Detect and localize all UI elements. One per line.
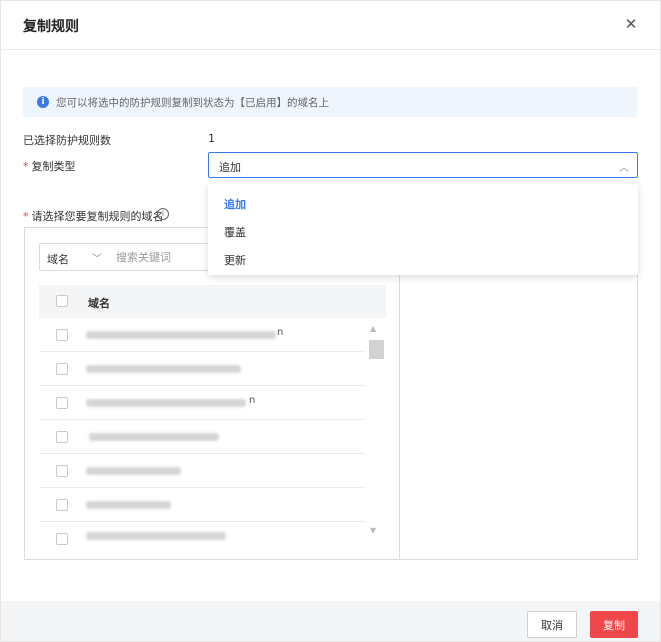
- info-text: 您可以将选中的防护规则复制到状态为【已启用】的域名上: [56, 97, 329, 109]
- copy-type-label: * 复制类型: [23, 158, 76, 174]
- dialog-title: 复制规则: [23, 19, 79, 35]
- redacted-domain: [86, 532, 226, 540]
- redacted-domain: [86, 501, 171, 509]
- filter-field-select[interactable]: 域名: [47, 251, 69, 267]
- column-header-domain: 域名: [88, 297, 110, 310]
- table-header: 域名: [39, 285, 386, 318]
- required-mark: *: [23, 210, 29, 223]
- panel-divider: [399, 228, 400, 559]
- dropdown-option-overwrite[interactable]: 覆盖: [224, 224, 246, 240]
- copy-type-select[interactable]: 追加 ︿: [208, 152, 638, 178]
- domain-select-label: * 请选择您要复制规则的域名: [23, 208, 164, 224]
- redacted-domain: [89, 433, 219, 441]
- copy-type-selected-value: 追加: [219, 161, 241, 174]
- dialog-footer: 取消 复制: [1, 601, 660, 641]
- copy-type-dropdown: 追加 覆盖 更新: [208, 184, 638, 275]
- table-row[interactable]: n: [39, 386, 366, 420]
- redacted-domain: [86, 467, 181, 475]
- table-row[interactable]: [39, 488, 366, 522]
- close-icon[interactable]: ✕: [621, 14, 641, 34]
- copy-rules-dialog: 复制规则 ✕ i 您可以将选中的防护规则复制到状态为【已启用】的域名上 已选择防…: [0, 0, 661, 642]
- redacted-domain: [86, 365, 241, 373]
- table-row[interactable]: [39, 522, 366, 545]
- required-mark: *: [23, 160, 29, 173]
- domain-select-label-text: 请选择您要复制规则的域名: [31, 210, 164, 223]
- table-row[interactable]: [39, 352, 366, 386]
- copy-type-label-text: 复制类型: [31, 160, 76, 173]
- chevron-up-icon: ︿: [619, 163, 629, 174]
- redacted-domain: [86, 399, 246, 407]
- scroll-thumb[interactable]: [369, 340, 384, 359]
- select-all-checkbox[interactable]: [56, 295, 68, 307]
- domain-transfer-panel: 域名 ﹀ 域名 n n: [24, 227, 638, 560]
- copy-button[interactable]: 复制: [590, 611, 638, 638]
- scroll-up-icon[interactable]: ▲: [370, 324, 376, 333]
- table-row[interactable]: n: [39, 318, 366, 352]
- selected-count-label: 已选择防护规则数: [23, 134, 111, 147]
- row-text-fragment: n: [249, 395, 256, 406]
- row-checkbox[interactable]: [56, 499, 68, 511]
- redacted-domain: [86, 331, 276, 339]
- dropdown-option-update[interactable]: 更新: [224, 252, 246, 268]
- cancel-button[interactable]: 取消: [527, 611, 577, 638]
- scroll-down-icon[interactable]: ▼: [370, 526, 376, 535]
- help-icon[interactable]: i: [157, 208, 169, 220]
- row-checkbox[interactable]: [56, 533, 68, 545]
- row-text-fragment: n: [277, 327, 284, 338]
- row-checkbox[interactable]: [56, 397, 68, 409]
- row-checkbox[interactable]: [56, 465, 68, 477]
- selected-count-value: 1: [208, 132, 215, 145]
- table-row[interactable]: [39, 420, 366, 454]
- row-checkbox[interactable]: [56, 431, 68, 443]
- table-row[interactable]: [39, 454, 366, 488]
- info-banner: i 您可以将选中的防护规则复制到状态为【已启用】的域名上: [23, 87, 637, 117]
- dialog-header: 复制规则 ✕: [1, 1, 660, 50]
- info-icon: i: [37, 96, 49, 108]
- dropdown-option-append[interactable]: 追加: [224, 196, 246, 212]
- table-scrollbar[interactable]: ▲ ▼: [366, 318, 386, 544]
- row-checkbox[interactable]: [56, 329, 68, 341]
- row-checkbox[interactable]: [56, 363, 68, 375]
- chevron-down-icon[interactable]: ﹀: [92, 250, 102, 265]
